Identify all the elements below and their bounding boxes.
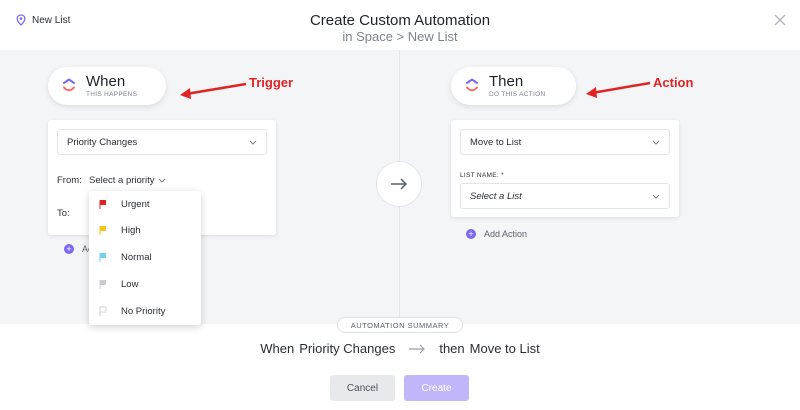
close-icon[interactable]: [772, 12, 788, 28]
flag-fill: [100, 253, 106, 258]
trigger-annotation: Trigger: [249, 75, 294, 90]
action-subtitle: DO THIS ACTION: [489, 91, 546, 98]
add-action-button[interactable]: + Add Action: [466, 229, 527, 239]
plus-icon: +: [64, 244, 74, 254]
automation-summary-badge: AUTOMATION SUMMARY: [337, 317, 463, 333]
add-action-label: Add Action: [484, 229, 528, 239]
action-select-value: Move to List: [470, 136, 522, 148]
summary-then-word: then: [439, 341, 465, 356]
trigger-pill: When THIS HAPPENS: [48, 67, 166, 105]
arrow-right-icon: [391, 178, 408, 190]
option-label: Low: [121, 278, 139, 290]
action-select[interactable]: Move to List: [460, 129, 670, 155]
priority-option-high[interactable]: High: [89, 217, 201, 243]
flag-fill: [100, 226, 106, 231]
from-priority-value: Select a priority: [89, 175, 155, 186]
flag-outline-icon: [99, 306, 107, 316]
option-label: Normal: [121, 251, 152, 263]
create-button[interactable]: Create: [404, 375, 469, 401]
flag-icon: [99, 200, 106, 209]
list-select[interactable]: Select a List: [460, 183, 670, 209]
flag-icon: [99, 253, 106, 262]
page-title: Create Custom Automation: [309, 12, 491, 29]
list-select-placeholder: Select a List: [470, 190, 522, 202]
summary-then-value: Move to List: [469, 341, 540, 356]
priority-option-urgent[interactable]: Urgent: [89, 191, 201, 217]
from-priority-select[interactable]: Select a priority: [89, 175, 166, 186]
action-annotation-arrow-icon: [586, 81, 651, 98]
list-name-label: LIST NAME: *: [460, 172, 504, 179]
flag-icon: [99, 226, 106, 235]
chevron-down-icon: [652, 194, 660, 199]
trigger-subtitle: THIS HAPPENS: [86, 91, 138, 98]
flag-fill: [100, 200, 106, 205]
from-label: From:: [57, 175, 82, 186]
option-label: Urgent: [121, 198, 150, 210]
flow-arrow: [376, 161, 422, 207]
trigger-annotation-arrow-icon: [180, 82, 247, 99]
clickup-logo-icon: [466, 78, 478, 92]
page-subtitle: in Space > New List: [342, 29, 458, 44]
action-pill: Then DO THIS ACTION: [451, 67, 576, 105]
chevron-down-icon: [249, 140, 257, 145]
trigger-select-value: Priority Changes: [67, 136, 138, 148]
chevron-down-icon: [159, 178, 166, 183]
trigger-select[interactable]: Priority Changes: [57, 129, 267, 155]
clickup-logo-icon: [63, 78, 75, 92]
priority-dropdown: Urgent High Normal Low No Priority: [89, 191, 201, 325]
action-annotation: Action: [653, 75, 694, 90]
plus-icon: +: [466, 229, 476, 239]
flag-icon: [99, 280, 106, 289]
priority-option-normal[interactable]: Normal: [89, 244, 201, 270]
action-card: Move to List LIST NAME: * Select a List: [451, 120, 679, 217]
option-label: High: [121, 224, 141, 236]
trigger-title: When: [86, 73, 126, 90]
automation-summary: When Priority Changes then Move to List: [0, 341, 800, 356]
priority-option-low[interactable]: Low: [89, 271, 201, 297]
cancel-button[interactable]: Cancel: [330, 375, 395, 401]
option-label: No Priority: [121, 305, 166, 317]
summary-when-word: When: [260, 341, 295, 356]
arrow-right-icon: [409, 344, 426, 353]
flag-outline: [99, 306, 107, 313]
action-title: Then: [489, 73, 524, 90]
chevron-down-icon: [652, 140, 660, 145]
flag-fill: [100, 280, 106, 285]
to-label: To:: [57, 208, 70, 219]
summary-when-value: Priority Changes: [299, 341, 396, 356]
priority-option-no-priority[interactable]: No Priority: [89, 298, 201, 324]
